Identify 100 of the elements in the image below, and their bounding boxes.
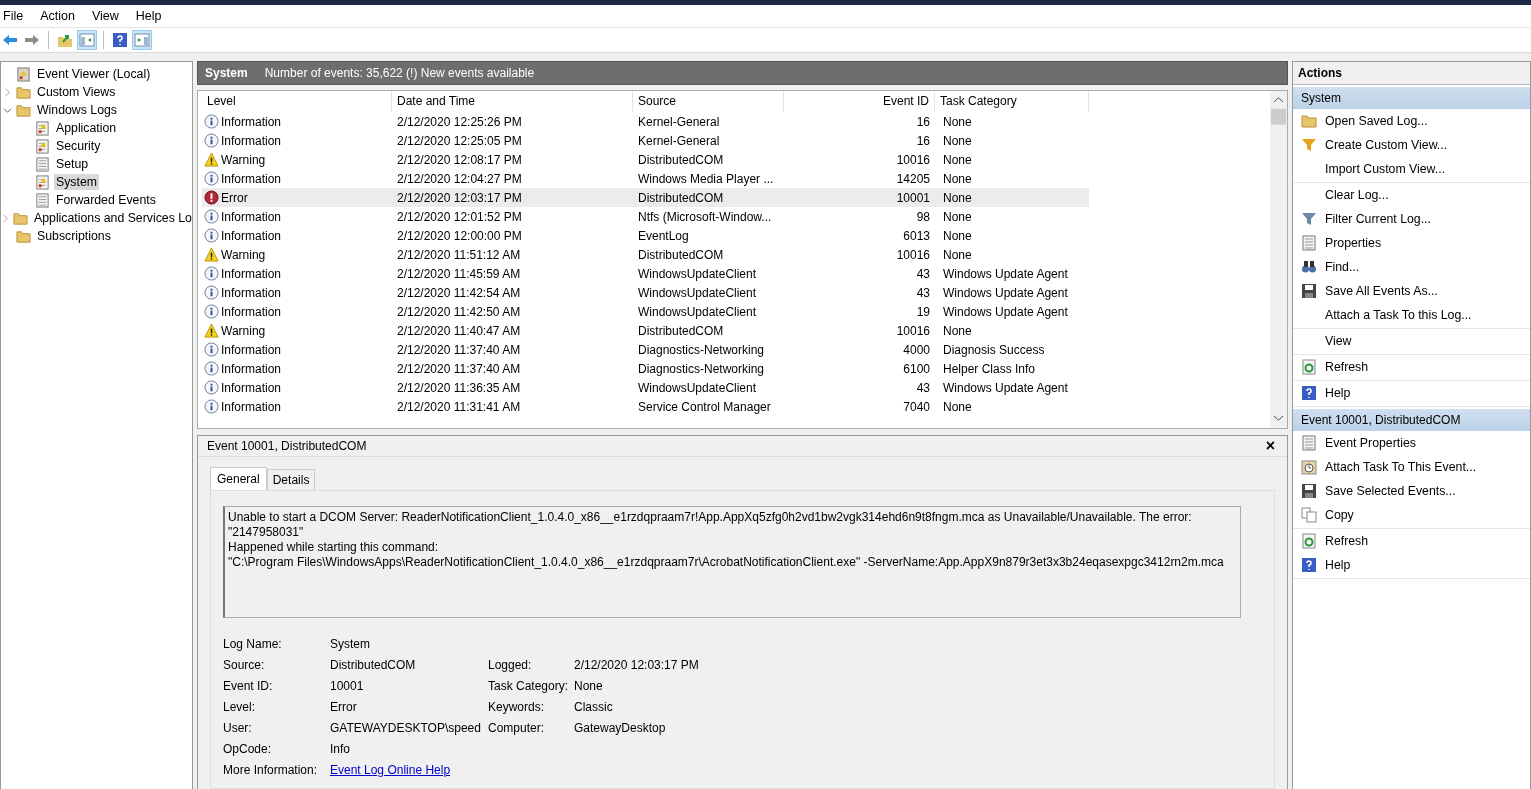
source-cell-text: WindowsUpdateClient (637, 285, 758, 300)
action-link[interactable]: Open Saved Log... (1325, 114, 1428, 128)
event-row[interactable]: Information 2/12/2020 11:42:54 AM WindowsUpdateClient 43 Windows Update Agent (202, 283, 1089, 302)
tree-item[interactable]: Forwarded Events (54, 192, 158, 208)
action-link[interactable]: Clear Log... (1325, 188, 1389, 202)
section-header[interactable]: System (1293, 87, 1530, 109)
action-link[interactable]: Find... (1325, 260, 1360, 274)
log-icon (35, 120, 50, 136)
action-link[interactable]: Help (1325, 386, 1351, 400)
action-link[interactable]: Copy (1325, 508, 1354, 522)
event-row[interactable]: Warning 2/12/2020 12:08:17 PM DistributedCOM 10016 None (202, 150, 1089, 169)
tab[interactable]: Details (266, 469, 316, 490)
event-row[interactable]: Information 2/12/2020 12:01:52 PM Ntfs (Microsoft-Window... 98 None (202, 207, 1089, 226)
property-value: 10001 (330, 678, 365, 694)
action-link[interactable]: Attach a Task To this Log... (1325, 308, 1472, 322)
warning-icon (204, 152, 219, 167)
column-header[interactable]: Level (202, 91, 392, 112)
event-row[interactable]: Information 2/12/2020 11:37:40 AM Diagnostics-Networking 6100 Helper Class Info (202, 359, 1089, 378)
event-id-cell-text: 16 (915, 114, 931, 129)
action-link[interactable]: Refresh (1325, 360, 1369, 374)
info-icon (204, 399, 219, 414)
event-row[interactable]: Information 2/12/2020 11:36:35 AM WindowsUpdateClient 43 Windows Update Agent (202, 378, 1089, 397)
warning-icon (204, 323, 219, 338)
event-id-cell-text: 7040 (902, 399, 931, 414)
funnel-icon (1301, 137, 1317, 153)
show-tree-icon[interactable] (77, 30, 97, 50)
section-header[interactable]: Event 10001, DistributedCOM (1293, 409, 1530, 431)
date-cell-text: 2/12/2020 11:37:40 AM (396, 361, 522, 376)
event-row[interactable]: Information 2/12/2020 12:25:05 PM Kernel-General 16 None (202, 131, 1089, 150)
close-button[interactable]: × (1265, 437, 1275, 455)
date-cell-text: 2/12/2020 12:08:17 PM (396, 152, 523, 167)
action-link[interactable]: Save All Events As... (1325, 284, 1438, 298)
action-link[interactable]: Import Custom View... (1325, 162, 1446, 176)
tree-item[interactable]: Applications and Services Lo (32, 210, 192, 226)
refresh-icon (1301, 359, 1317, 375)
level-text: Error (221, 190, 248, 205)
vertical-scrollbar[interactable] (1270, 91, 1287, 428)
event-row[interactable]: Information 2/12/2020 12:00:00 PM EventLog 6013 None (202, 226, 1089, 245)
event-id-cell-text: 43 (915, 266, 931, 281)
action-link[interactable]: Create Custom View... (1325, 138, 1448, 152)
column-header[interactable]: Event ID (784, 91, 935, 112)
message-line: Unable to start a DCOM Server: ReaderNotificationClient_1.0.4.0_x86__e1rzdqpraam7r!App.AppXq5zfg0h2vd1bw2vgk314ehd6n9t8fngm.mca as Unavailable/Unavailable. The error: (228, 510, 1193, 525)
event-id-cell-text: 10016 (895, 247, 931, 262)
expand-chevron-icon[interactable] (1, 213, 10, 223)
event-row[interactable]: Information 2/12/2020 11:42:50 AM WindowsUpdateClient 19 Windows Update Agent (202, 302, 1089, 321)
tree-item[interactable]: Event Viewer (Local) (35, 66, 153, 82)
tree-item[interactable]: Security (54, 138, 103, 154)
action-link[interactable]: Attach Task To This Event... (1325, 460, 1477, 474)
property-label: Logged: (488, 657, 533, 673)
action-link[interactable]: Filter Current Log... (1325, 212, 1431, 226)
collapse-chevron-icon[interactable] (1, 105, 13, 115)
date-cell-text: 2/12/2020 12:03:17 PM (396, 190, 523, 205)
action-link[interactable]: Properties (1325, 236, 1382, 250)
info-icon (204, 342, 219, 357)
action-link[interactable]: View (1325, 334, 1352, 348)
action-link[interactable]: Event Properties (1325, 436, 1416, 450)
source-cell-text: Diagnostics-Networking (637, 342, 766, 357)
date-cell-text: 2/12/2020 11:42:50 AM (396, 304, 522, 319)
event-row[interactable]: Warning 2/12/2020 11:51:12 AM DistributedCOM 10016 None (202, 245, 1089, 264)
event-row[interactable]: Information 2/12/2020 12:04:27 PM Windows Media Player ... 14205 None (202, 169, 1089, 188)
menu-item[interactable]: Action (40, 9, 84, 23)
property-label: Computer: (488, 720, 546, 736)
tree-item[interactable]: Setup (54, 156, 91, 172)
event-row[interactable]: Information 2/12/2020 11:45:59 AM WindowsUpdateClient 43 Windows Update Agent (202, 264, 1089, 283)
menu-item[interactable]: View (91, 9, 128, 23)
event-row[interactable]: Error 2/12/2020 12:03:17 PM DistributedCOM 10001 None (202, 188, 1089, 207)
event-row[interactable]: Information 2/12/2020 11:37:40 AM Diagnostics-Networking 4000 Diagnosis Success (202, 340, 1089, 359)
info-icon (204, 380, 219, 395)
document-icon (35, 192, 50, 208)
tree-item[interactable]: System (54, 174, 99, 190)
action-link[interactable]: Help (1325, 558, 1351, 572)
help-icon[interactable] (110, 30, 130, 50)
help-link[interactable]: Event Log Online Help (330, 762, 488, 778)
menu-item[interactable]: Help (135, 9, 171, 23)
folder-icon (1301, 113, 1317, 129)
task-category-cell-text: Windows Update Agent (942, 380, 1069, 395)
column-header[interactable]: Task Category (935, 91, 1089, 112)
tree-item[interactable]: Subscriptions (35, 228, 113, 244)
event-id-cell-text: 6100 (902, 361, 931, 376)
menu-item[interactable]: File (3, 9, 33, 23)
tree-item[interactable]: Application (54, 120, 119, 136)
action-link[interactable]: Refresh (1325, 534, 1369, 548)
tree-item[interactable]: Windows Logs (35, 102, 119, 118)
event-row[interactable]: Information 2/12/2020 12:25:26 PM Kernel-General 16 None (202, 112, 1089, 131)
property-value: GatewayDesktop (574, 720, 667, 736)
property-label: Keywords: (488, 699, 546, 715)
column-header[interactable]: Source (633, 91, 784, 112)
task-category-cell-text: Windows Update Agent (942, 266, 1069, 281)
event-row[interactable]: Information 2/12/2020 11:31:41 AM Service Control Manager 7040 None (202, 397, 1089, 416)
event-row[interactable]: Warning 2/12/2020 11:40:47 AM DistributedCOM 10016 None (202, 321, 1089, 340)
info-icon (204, 114, 219, 129)
action-link[interactable]: Save Selected Events... (1325, 484, 1456, 498)
error-icon (204, 190, 219, 205)
level-text: Information (221, 228, 282, 243)
tree-item[interactable]: Custom Views (35, 84, 118, 100)
funnel-icon (1301, 211, 1317, 227)
task-category-cell-text: None (942, 190, 973, 205)
task-category-cell-text: None (942, 133, 973, 148)
column-header[interactable]: Date and Time (392, 91, 633, 112)
tab[interactable]: General (210, 467, 267, 490)
